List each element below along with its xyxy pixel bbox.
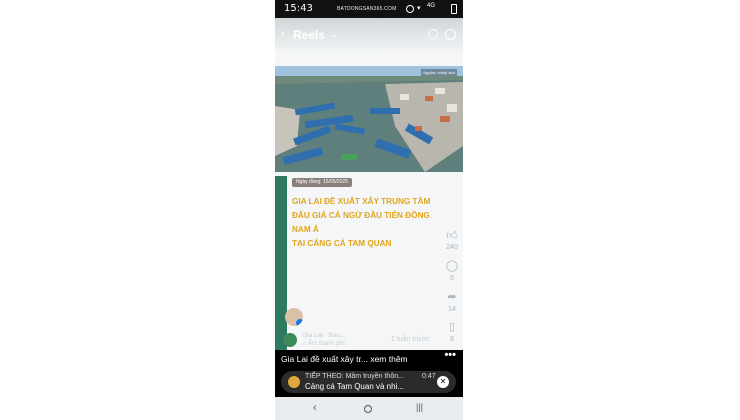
headline-line: GIA LAI ĐỀ XUẤT XÂY TRUNG TÂM xyxy=(292,197,431,206)
reels-header: ‹ Reels ⌄ xyxy=(275,18,463,52)
next-up-label: TIẾP THEO: Mâm truyền thôn... xyxy=(305,373,404,380)
headline-line: TẠI CẢNG CÁ TAM QUAN xyxy=(292,239,392,248)
system-nav-bar: ‹ ||| xyxy=(275,397,463,420)
chevron-down-icon[interactable]: ⌄ xyxy=(330,29,338,40)
status-bar: 15:43 BATDONGSAN365.COM ▾ 4G xyxy=(275,0,463,18)
like-count: 240 xyxy=(446,244,458,251)
see-more-link[interactable]: xem thêm xyxy=(370,354,407,364)
save-icon[interactable]: ▯ xyxy=(442,320,462,333)
search-icon[interactable] xyxy=(428,29,438,39)
next-up-pill[interactable]: TIẾP THEO: Mâm truyền thôn... 0:47 Cảng … xyxy=(281,371,456,393)
photo-credit: Nguồn: nhiếp ảnh xyxy=(421,69,457,76)
nav-home-icon[interactable] xyxy=(364,405,372,413)
post-time: 1 tuần trước xyxy=(391,336,430,343)
more-options-icon[interactable]: ••• xyxy=(444,349,456,361)
accent-stripe xyxy=(275,176,287,350)
next-thumbnail xyxy=(288,376,300,388)
alarm-icon xyxy=(406,5,414,13)
caption-text: Gia Lai đề xuất xây tr... xyxy=(281,354,368,364)
next-up-title: Cảng cá Tam Quan và nhi... xyxy=(305,382,405,391)
audio-label[interactable]: ♫ Âm thanh gốc xyxy=(302,341,345,347)
like-icon[interactable]: 👍︎ xyxy=(442,229,462,242)
post-headline: GIA LAI ĐỀ XUẤT XÂY TRUNG TÂM ĐẤU GIÁ CÁ… xyxy=(292,195,442,251)
status-time: 15:43 xyxy=(284,3,313,14)
nav-recents-icon[interactable]: ||| xyxy=(416,402,423,412)
next-up-duration: 0:47 xyxy=(422,373,436,380)
reels-title[interactable]: Reels xyxy=(293,28,325,42)
wifi-icon: ▾ xyxy=(417,5,421,12)
comment-icon[interactable]: ◯ xyxy=(442,259,462,272)
back-icon[interactable]: ‹ xyxy=(281,27,285,41)
page-name[interactable]: Gia Lai · Báo… xyxy=(302,332,346,339)
nav-back-icon[interactable]: ‹ xyxy=(313,402,317,414)
caption-row: Gia Lai đề xuất xây tr... xem thêm xyxy=(281,354,408,364)
phone-screen: 15:43 BATDONGSAN365.COM ▾ 4G ‹ Reels ⌄ N… xyxy=(275,0,463,420)
harbor-image xyxy=(275,66,463,172)
date-badge: Ngày đăng: 15/05/2025 xyxy=(292,178,352,187)
author-avatar[interactable] xyxy=(285,308,303,326)
status-watermark: BATDONGSAN365.COM xyxy=(337,6,397,12)
more-icon[interactable] xyxy=(445,29,456,40)
battery-icon xyxy=(451,4,457,14)
close-icon[interactable]: ✕ xyxy=(437,376,449,388)
follow-plus-icon[interactable] xyxy=(296,319,303,326)
headline-line: ĐẤU GIÁ CÁ NGỪ ĐẦU TIÊN ĐÔNG NAM Á xyxy=(292,211,430,234)
page-logo[interactable] xyxy=(283,333,297,347)
save-count: 8 xyxy=(450,336,454,343)
comment-count: 5 xyxy=(450,275,454,282)
harbor-photo: Nguồn: nhiếp ảnh xyxy=(275,66,463,172)
signal-label: 4G xyxy=(427,3,436,9)
share-icon[interactable]: ➦ xyxy=(442,290,462,303)
share-count: 14 xyxy=(448,306,456,313)
